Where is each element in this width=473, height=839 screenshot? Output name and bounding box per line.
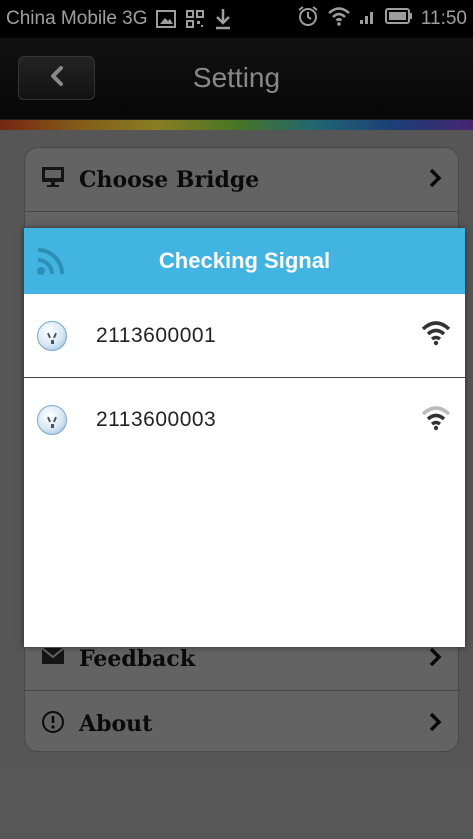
- device-name: 2113600001: [96, 323, 217, 347]
- wifi-medium-icon: [421, 405, 451, 436]
- rss-signal-icon: [36, 246, 66, 281]
- socket-icon: [37, 321, 67, 351]
- device-name: 2113600003: [96, 408, 217, 431]
- device-row[interactable]: 2113600001: [24, 294, 465, 378]
- wifi-strong-icon: [421, 320, 451, 351]
- socket-icon: [37, 405, 67, 435]
- dialog-header: Checking Signal: [24, 228, 465, 294]
- dialog-title: Checking Signal: [158, 248, 331, 273]
- device-row[interactable]: 2113600003: [24, 378, 465, 462]
- checking-signal-dialog: Checking Signal 2113600001 2113600003: [24, 228, 465, 647]
